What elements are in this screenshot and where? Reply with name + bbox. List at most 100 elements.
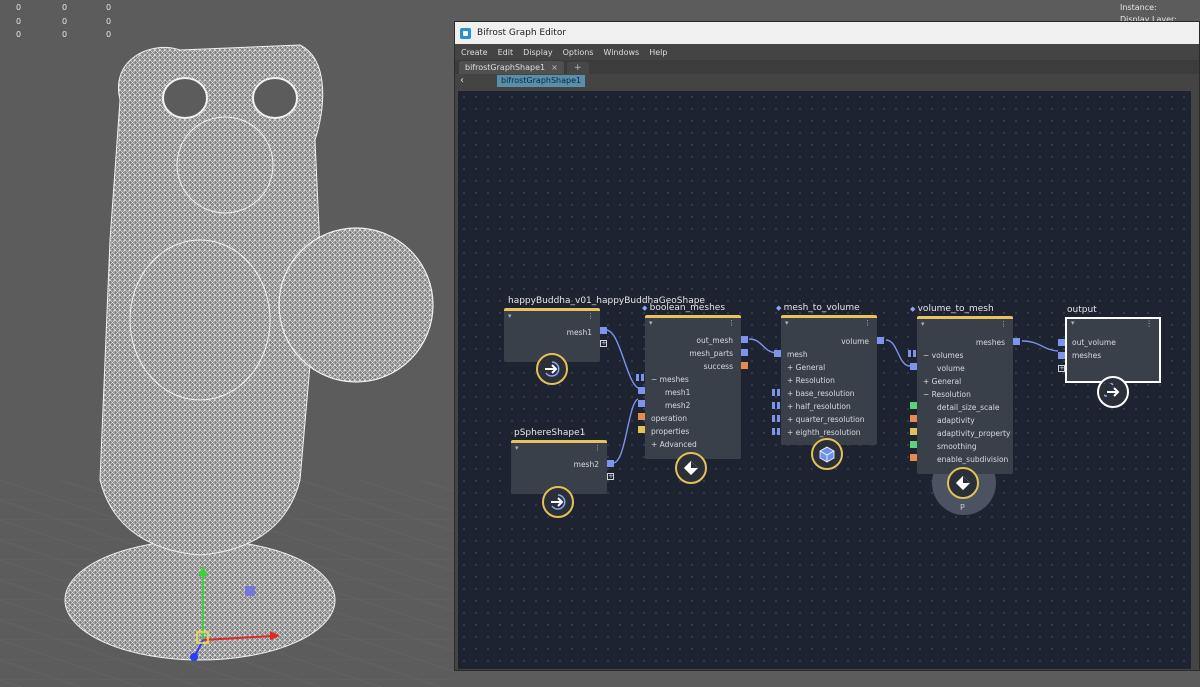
node-title-text: volume_to_mesh [917, 304, 994, 314]
menu-help[interactable]: Help [644, 48, 672, 57]
node-menu-icon[interactable]: ⋮ [1146, 319, 1154, 328]
port-out-mesh2[interactable] [607, 460, 614, 467]
port-in-mesh2[interactable] [638, 400, 645, 407]
menu-create[interactable]: Create [455, 48, 493, 57]
graph-canvas[interactable]: happyBuddha_v01_happyBuddhaGeoShape ▾ ⋮ … [458, 91, 1191, 669]
node-badge-boolean[interactable] [675, 452, 707, 484]
bifrost-graph-editor-window[interactable]: Bifrost Graph Editor Create Edit Display… [454, 21, 1200, 671]
node-badge-geo-out[interactable] [1097, 376, 1129, 408]
window-titlebar[interactable]: Bifrost Graph Editor [455, 22, 1199, 44]
port-label-resolution: Resolution [931, 390, 971, 399]
port-out-meshes[interactable] [1013, 338, 1020, 345]
port-label-half-resolution: half_resolution [795, 402, 851, 411]
arm-loop-right [252, 77, 298, 119]
port-in-adaptivity-property[interactable] [910, 428, 917, 435]
port-in-half-resolution[interactable] [772, 402, 780, 409]
node-title-output: output [1067, 305, 1097, 315]
node-title-m2v: ◆ mesh_to_volume [776, 303, 860, 313]
node-collapse-icon[interactable]: ▾ [921, 320, 925, 328]
port-group-meshes[interactable]: − meshes [651, 375, 689, 384]
tab-bifrost-graph-shape1[interactable]: bifrostGraphShape1 × [459, 61, 564, 74]
port-group-general[interactable]: + General [923, 377, 961, 386]
port-out-mesh-parts[interactable] [741, 349, 748, 356]
port-group-resolution[interactable]: − Resolution [923, 390, 971, 399]
port-in-out-volume[interactable] [1058, 339, 1065, 346]
port-group-volumes[interactable]: − volumes [923, 351, 963, 360]
port-label-smoothing: smoothing [937, 442, 977, 451]
menu-windows[interactable]: Windows [598, 48, 644, 57]
wire-mesh1-to-boolean [605, 329, 639, 389]
port-in-base-resolution[interactable] [772, 389, 780, 396]
port-group-eighth-resolution[interactable]: + eighth_resolution [787, 428, 861, 437]
port-in-quarter-resolution[interactable] [772, 415, 780, 422]
port-out-volume[interactable] [877, 337, 884, 344]
add-input-icon[interactable]: + [1058, 365, 1065, 372]
port-in-adaptivity[interactable] [910, 415, 917, 422]
port-in-volumes[interactable] [908, 350, 916, 357]
port-label-volume: volume [937, 364, 965, 373]
node-boolean-meshes[interactable]: ▾ ⋮ out_mesh mesh_parts success − meshes… [645, 315, 741, 459]
port-label-eighth-resolution: eighth_resolution [795, 428, 861, 437]
gizmo-z-handle-icon[interactable] [190, 653, 198, 661]
node-collapse-icon[interactable]: ▾ [515, 444, 519, 452]
port-group-general[interactable]: + General [787, 363, 825, 372]
statue-head [176, 116, 274, 214]
node-menu-icon[interactable]: ⋮ [594, 444, 601, 452]
port-label-out-mesh: out_mesh [696, 336, 733, 345]
port-in-volume[interactable] [910, 363, 917, 370]
port-label-mesh2: mesh2 [665, 401, 691, 410]
back-arrow-icon[interactable]: ‹ [460, 74, 464, 88]
node-mesh-to-volume[interactable]: ▾ ⋮ volume mesh + General + Resolution +… [781, 315, 877, 445]
port-group-quarter-resolution[interactable]: + quarter_resolution [787, 415, 865, 424]
port-group-advanced[interactable]: + Advanced [651, 440, 697, 449]
menu-options[interactable]: Options [558, 48, 599, 57]
port-group-half-resolution[interactable]: + half_resolution [787, 402, 851, 411]
graph-tab-bar: bifrostGraphShape1 × + [455, 60, 1199, 74]
port-in-detail-size-scale[interactable] [910, 402, 917, 409]
node-badge-volume-to-mesh[interactable] [947, 467, 979, 499]
port-in-properties[interactable] [638, 426, 645, 433]
node-menu-icon[interactable]: ⋮ [587, 312, 594, 320]
port-group-base-resolution[interactable]: + base_resolution [787, 389, 855, 398]
node-output[interactable]: ▾ ⋮ out_volume meshes [1065, 317, 1161, 383]
gizmo-plane-icon[interactable] [245, 586, 255, 596]
node-collapse-icon[interactable]: ▾ [1071, 319, 1075, 327]
node-volume-to-mesh[interactable]: ▾ ⋮ meshes − volumes volume + General − … [917, 316, 1013, 474]
port-in-operation[interactable] [638, 413, 645, 420]
add-output-icon[interactable]: + [607, 473, 614, 480]
menu-edit[interactable]: Edit [493, 48, 519, 57]
node-menu-icon[interactable]: ⋮ [1000, 320, 1007, 328]
node-menu-icon[interactable]: ⋮ [728, 319, 735, 327]
wireframe-model [0, 44, 454, 687]
arm-loop-left [162, 77, 208, 119]
port-in-mesh1[interactable] [638, 387, 645, 394]
port-in-smoothing[interactable] [910, 441, 917, 448]
node-menu-icon[interactable]: ⋮ [864, 319, 871, 327]
port-in-eighth-resolution[interactable] [772, 428, 780, 435]
port-out-mesh1[interactable] [600, 327, 607, 334]
statue-belly [129, 239, 271, 401]
port-in-meshes[interactable] [1058, 352, 1065, 359]
port-out-mesh[interactable] [741, 336, 748, 343]
node-title-text: mesh_to_volume [783, 303, 860, 313]
node-collapse-icon[interactable]: ▾ [508, 312, 512, 320]
tab-close-icon[interactable]: × [551, 63, 558, 72]
port-label-success: success [703, 362, 733, 371]
port-label-advanced: Advanced [659, 440, 697, 449]
add-tab-button[interactable]: + [566, 62, 589, 74]
breadcrumb-item[interactable]: bifrostGraphShape1 [497, 75, 586, 87]
node-badge-geo-in[interactable] [542, 486, 574, 518]
port-out-success[interactable] [741, 362, 748, 369]
menu-display[interactable]: Display [518, 48, 558, 57]
node-collapse-icon[interactable]: ▾ [649, 319, 653, 327]
node-badge-volume[interactable] [811, 438, 843, 470]
node-collapse-icon[interactable]: ▾ [785, 319, 789, 327]
port-in-enable-subdivision[interactable] [910, 454, 917, 461]
node-badge-geo-in[interactable] [536, 353, 568, 385]
port-in-mesh[interactable] [774, 350, 781, 357]
port-group-resolution[interactable]: + Resolution [787, 376, 835, 385]
port-label-general: General [931, 377, 962, 386]
port-in-meshes[interactable] [636, 374, 644, 381]
add-output-icon[interactable]: + [600, 340, 607, 347]
port-label-meshes: meshes [1072, 351, 1102, 360]
